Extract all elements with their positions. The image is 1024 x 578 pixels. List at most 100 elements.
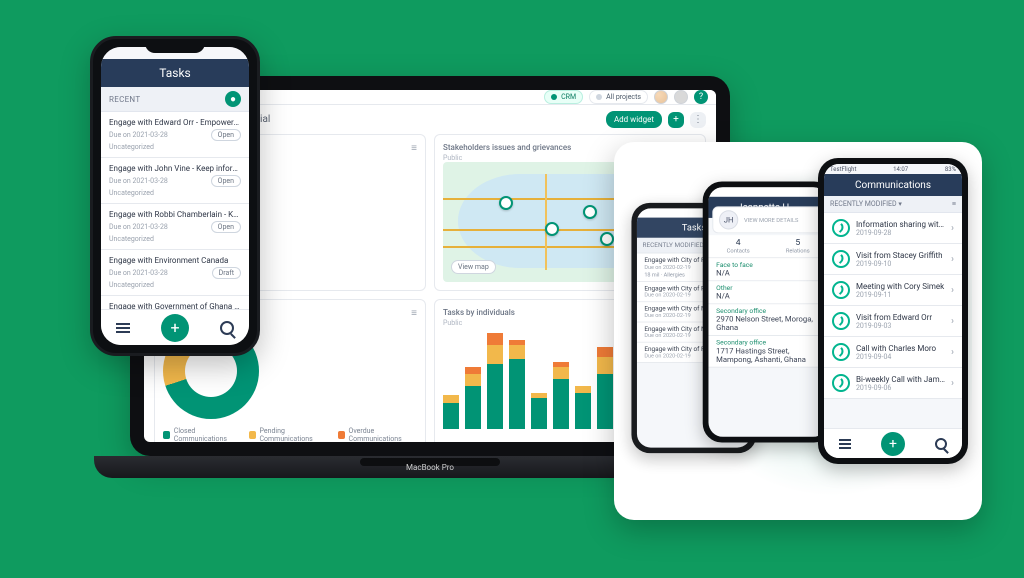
item-title: Call with Charles Moro bbox=[856, 344, 945, 353]
chevron-down-icon[interactable]: ▾ bbox=[898, 200, 902, 208]
task-title: Engage with Edward Orr - Empower positi.… bbox=[109, 118, 241, 127]
menu-icon[interactable] bbox=[839, 439, 851, 449]
chevron-right-icon[interactable]: › bbox=[951, 347, 954, 358]
communications-list[interactable]: Information sharing with Jeannette Hanse… bbox=[824, 213, 962, 428]
list-item[interactable]: Visit from Stacey Griffith 2019-09-10 › bbox=[824, 244, 962, 275]
list-item[interactable]: Visit from Edward Orr 2019-09-03 › bbox=[824, 306, 962, 337]
card-menu-icon[interactable]: ≡ bbox=[411, 308, 417, 319]
mini-phone-communications: TestFlight 14:07 83% Communications RECE… bbox=[818, 158, 968, 464]
item-date: 2019-09-04 bbox=[856, 353, 945, 361]
list-item[interactable]: Engage with Government of Ghana - Public… bbox=[101, 296, 249, 309]
chevron-right-icon[interactable]: › bbox=[951, 254, 954, 265]
mini-phone-profile: Jeannette H JH VIEW MORE DETAILS 4Contac… bbox=[703, 181, 834, 442]
task-due: Due on 2020-02-19 bbox=[644, 333, 690, 339]
bottom-bar: + bbox=[824, 428, 962, 458]
phone-tasks: Tasks RECENT ● Engage with Edward Orr - … bbox=[90, 36, 260, 356]
profile-field: Secondary office 2970 Nelson Street, Mor… bbox=[708, 304, 827, 336]
topbar-pill-allprojects[interactable]: All projects bbox=[589, 90, 648, 104]
promo-panel: Tasks RECENTLY MODIFIED▾ Engage with Cit… bbox=[614, 142, 982, 520]
legend-item: Pending Communications bbox=[260, 427, 328, 442]
item-date: 2019-09-06 bbox=[856, 384, 945, 392]
section-add-button[interactable]: ● bbox=[225, 91, 241, 107]
list-item[interactable]: Call with Charles Moro 2019-09-04 › bbox=[824, 337, 962, 368]
search-icon[interactable] bbox=[935, 438, 947, 450]
fab-add-button[interactable]: + bbox=[161, 314, 189, 342]
task-due: Due on 2020-02-19 bbox=[644, 265, 690, 271]
menu-icon[interactable] bbox=[116, 323, 130, 333]
task-due: Due on 2021-03-28 bbox=[109, 131, 168, 139]
item-title: Information sharing with Jeannette Hanse… bbox=[856, 220, 945, 229]
bottom-bar: + bbox=[101, 309, 249, 345]
chevron-right-icon[interactable]: › bbox=[951, 378, 954, 389]
field-key: Secondary office bbox=[716, 339, 820, 347]
avatar: JH bbox=[719, 210, 738, 229]
profile-field: Secondary office 1717 Hastings Street, M… bbox=[708, 336, 827, 368]
section-header: RECENTLY MODIFIED ▾ ≡ bbox=[824, 196, 962, 213]
task-title: Engage with Government of Ghana - Public… bbox=[109, 302, 241, 309]
field-key: Secondary office bbox=[716, 307, 820, 315]
search-icon[interactable] bbox=[220, 321, 234, 335]
task-title: Engage with John Vine - Keep informed ot… bbox=[109, 164, 241, 173]
chat-icon bbox=[832, 219, 850, 237]
list-item[interactable]: Meeting with Cory Simek 2019-09-11 › bbox=[824, 275, 962, 306]
list-item[interactable]: Bi-weekly Call with James Clough 2019-09… bbox=[824, 368, 962, 399]
bar bbox=[575, 386, 591, 429]
view-map-button[interactable]: View map bbox=[451, 260, 496, 274]
view-more-link[interactable]: VIEW MORE DETAILS bbox=[744, 216, 798, 223]
status-chip[interactable]: Draft bbox=[212, 267, 241, 279]
status-left: TestFlight bbox=[830, 166, 856, 173]
list-item[interactable]: Engage with Environment Canada Due on 20… bbox=[101, 250, 249, 296]
map-pin-icon[interactable] bbox=[499, 196, 513, 210]
fab-add-button[interactable]: + bbox=[881, 432, 905, 456]
section-label: RECENT bbox=[109, 95, 140, 104]
section-label: RECENTLY MODIFIED bbox=[830, 200, 897, 208]
chevron-right-icon[interactable]: › bbox=[951, 285, 954, 296]
tab-contacts[interactable]: 4Contacts bbox=[708, 235, 768, 257]
menu-icon[interactable]: ≡ bbox=[952, 200, 956, 208]
bar bbox=[531, 393, 547, 429]
status-chip[interactable]: Open bbox=[211, 221, 241, 233]
chevron-right-icon[interactable]: › bbox=[951, 316, 954, 327]
bar bbox=[443, 395, 459, 429]
item-title: Meeting with Cory Simek bbox=[856, 282, 945, 291]
mobile-header: Tasks bbox=[101, 59, 249, 87]
list-item[interactable]: Engage with Edward Orr - Empower positi.… bbox=[101, 112, 249, 158]
avatar-2[interactable] bbox=[674, 90, 688, 104]
item-date: 2019-09-03 bbox=[856, 322, 945, 330]
list-item[interactable]: Engage with Robbi Chamberlain - Keep inf… bbox=[101, 204, 249, 250]
task-due: Due on 2020-02-19 bbox=[644, 292, 690, 298]
task-title: Engage with Robbi Chamberlain - Keep inf… bbox=[109, 210, 241, 219]
task-due: Due on 2020-02-19 bbox=[644, 353, 690, 359]
status-chip[interactable]: Open bbox=[211, 175, 241, 187]
profile-card[interactable]: JH VIEW MORE DETAILS bbox=[712, 206, 823, 233]
list-item[interactable]: Engage with John Vine - Keep informed ot… bbox=[101, 158, 249, 204]
task-title: Engage with Environment Canada bbox=[109, 256, 241, 265]
add-widget-button[interactable]: Add widget bbox=[606, 111, 662, 128]
task-list[interactable]: Engage with Edward Orr - Empower positi.… bbox=[101, 112, 249, 309]
profile-field: Other N/A bbox=[708, 281, 827, 304]
kebab-icon[interactable]: ⋮ bbox=[690, 112, 706, 128]
card-menu-icon[interactable]: ≡ bbox=[411, 143, 417, 154]
chevron-right-icon[interactable]: › bbox=[951, 223, 954, 234]
profile-fields: Face to face N/A Other N/A Secondary off… bbox=[708, 258, 827, 437]
item-date: 2019-09-10 bbox=[856, 260, 945, 268]
field-key: Face to face bbox=[716, 261, 820, 269]
help-icon[interactable]: ? bbox=[694, 90, 708, 104]
map-pin-icon[interactable] bbox=[545, 222, 559, 236]
bar bbox=[597, 347, 613, 429]
map-pin-icon[interactable] bbox=[583, 205, 597, 219]
profile-tabs[interactable]: 4Contacts 5Relations bbox=[708, 235, 827, 258]
item-date: 2019-09-11 bbox=[856, 291, 945, 299]
avatar-1[interactable] bbox=[654, 90, 668, 104]
bar bbox=[487, 333, 503, 429]
bar bbox=[509, 340, 525, 429]
status-chip[interactable]: Open bbox=[211, 129, 241, 141]
task-due: Due on 2020-02-19 bbox=[644, 312, 690, 318]
topbar-pill-crm[interactable]: CRM bbox=[544, 90, 583, 104]
chat-icon bbox=[832, 374, 850, 392]
section-header: RECENT ● bbox=[101, 87, 249, 112]
add-button[interactable]: + bbox=[668, 112, 684, 128]
map-pin-icon[interactable] bbox=[600, 232, 614, 246]
mini-header: Communications bbox=[824, 174, 962, 196]
list-item[interactable]: Information sharing with Jeannette Hanse… bbox=[824, 213, 962, 244]
